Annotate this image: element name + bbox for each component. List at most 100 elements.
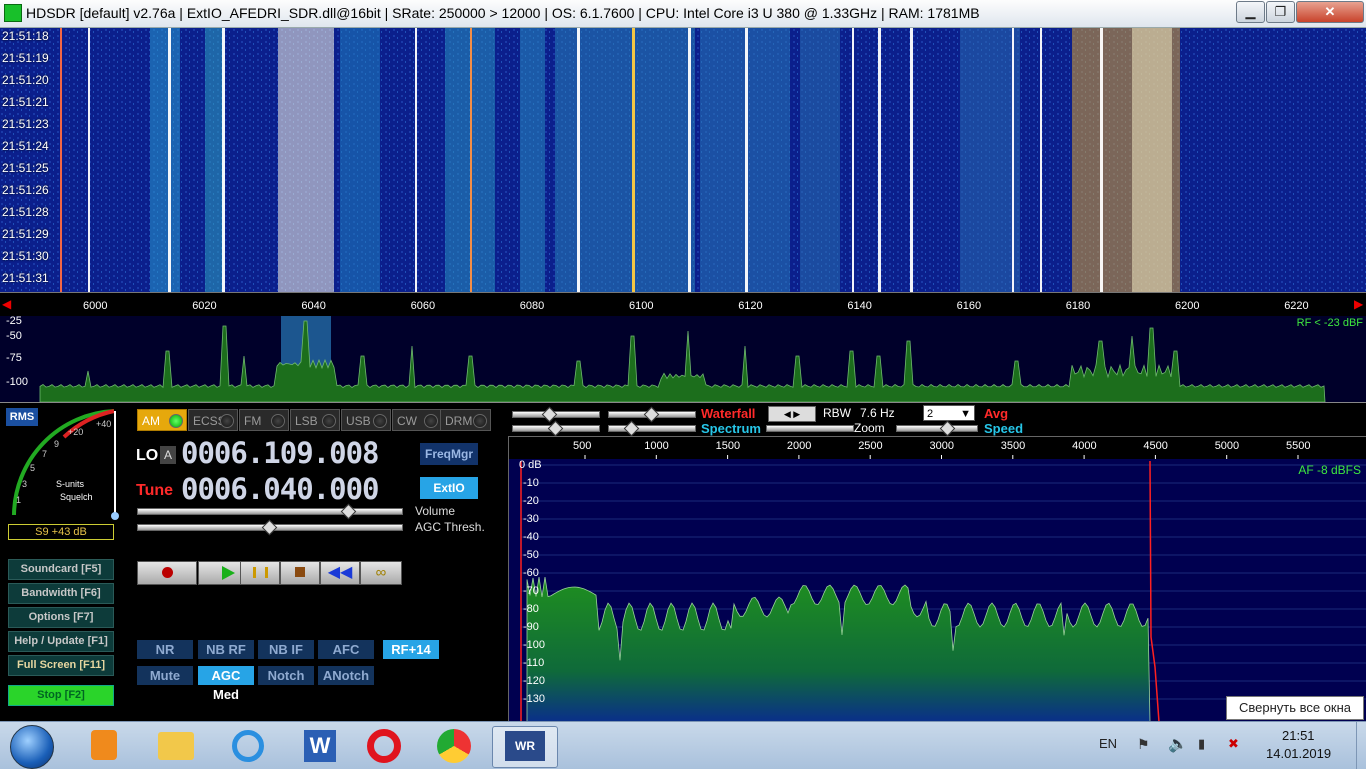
record-button[interactable] xyxy=(137,561,197,585)
af-freq-tick: 5000 xyxy=(1214,440,1240,452)
mode-usb-button[interactable]: USB xyxy=(341,409,391,431)
scroll-right-icon[interactable]: ▶ xyxy=(1354,297,1363,311)
volume-slider[interactable] xyxy=(137,508,403,515)
media-player-taskbar-button[interactable] xyxy=(76,726,132,766)
stop-button[interactable]: Stop [F2] xyxy=(8,685,114,706)
mode-label: DRM xyxy=(445,414,473,428)
mode-ecss-button[interactable]: ECSS xyxy=(188,409,238,431)
avg-label: Avg xyxy=(984,406,1009,421)
smeter-label: 1 xyxy=(16,495,21,505)
dsp-button[interactable]: ANotch xyxy=(318,666,374,685)
dsp-button[interactable]: NR xyxy=(137,640,193,659)
lo-frequency[interactable]: 0006.109.008 xyxy=(181,436,380,470)
slider-knob[interactable] xyxy=(643,406,660,423)
side-button[interactable]: Options [F7] xyxy=(8,607,114,628)
dsp-button[interactable]: Notch xyxy=(258,666,314,685)
taskbar: W WR EN ⚑ 🔈 ▮ ✖ 21:51 14.01.2019 xyxy=(0,721,1366,769)
speed-slider[interactable] xyxy=(896,425,978,432)
close-button[interactable]: ✕ xyxy=(1296,1,1364,23)
dsp-button[interactable]: Mute xyxy=(137,666,193,685)
mode-lsb-button[interactable]: LSB xyxy=(290,409,340,431)
show-desktop-tooltip: Свернуть все окна xyxy=(1226,696,1364,720)
explorer-taskbar-button[interactable] xyxy=(148,726,204,766)
start-button[interactable] xyxy=(10,725,54,769)
mode-drm-button[interactable]: DRM xyxy=(440,409,491,431)
lo-vfo-badge[interactable]: A xyxy=(160,446,176,464)
folder-icon xyxy=(158,732,194,760)
smeter-reading: S9 +43 dB xyxy=(8,524,114,540)
spectrum-contrast-slider[interactable] xyxy=(608,425,696,432)
chrome-taskbar-button[interactable] xyxy=(426,726,482,766)
rf-spectrum[interactable]: -25 -50 -75 -100 RF < -23 dBF xyxy=(0,315,1366,403)
volume-knob[interactable] xyxy=(340,503,357,520)
stop-playback-button[interactable] xyxy=(280,561,320,585)
word-icon: W xyxy=(304,730,336,762)
freqmgr-button[interactable]: FreqMgr xyxy=(420,443,478,465)
agc-threshold-knob[interactable] xyxy=(261,519,278,536)
side-button[interactable]: Bandwidth [F6] xyxy=(8,583,114,604)
rewind-icon: ◀◀ xyxy=(327,564,353,581)
lo-label: LO xyxy=(136,447,159,464)
waterfall-timestamp: 21:51:30 xyxy=(2,249,49,263)
af-freq-tick: 1500 xyxy=(715,440,741,452)
pause-icon xyxy=(252,567,268,578)
af-spectrum-graphic xyxy=(509,437,1366,722)
slider-knob[interactable] xyxy=(547,420,564,437)
mode-am-button[interactable]: AM xyxy=(137,409,187,431)
show-desktop-button[interactable] xyxy=(1356,722,1366,769)
side-button[interactable]: Soundcard [F5] xyxy=(8,559,114,580)
control-panel: RMS S-units Squelch 1 3 5 7 9 +20 +40 S9… xyxy=(0,403,506,721)
spectrum-graphic xyxy=(39,316,1326,402)
frequency-tick-label: 6080 xyxy=(519,300,545,312)
rf-waterfall[interactable]: 21:51:18 21:51:19 21:51:20 21:51:21 21:51:23… xyxy=(0,28,1366,292)
network-icon[interactable]: ▮ xyxy=(1198,736,1205,752)
hdsdr-taskbar-button[interactable]: WR xyxy=(492,726,558,768)
mode-fm-button[interactable]: FM xyxy=(239,409,289,431)
waterfall-scroll-arrows[interactable]: ◀ ▶ xyxy=(768,406,816,422)
language-indicator[interactable]: EN xyxy=(1099,736,1117,751)
zoom-slider[interactable] xyxy=(766,425,854,432)
tune-label: Tune xyxy=(136,482,174,499)
side-button[interactable]: Help / Update [F1] xyxy=(8,631,114,652)
minimize-button[interactable]: ▁ xyxy=(1236,1,1265,23)
slider-knob[interactable] xyxy=(939,420,956,437)
smeter-label: 5 xyxy=(30,463,35,473)
clock-date[interactable]: 14.01.2019 xyxy=(1266,746,1331,761)
maximize-button[interactable]: ❐ xyxy=(1266,1,1295,23)
frequency-tick-label: 6100 xyxy=(629,300,654,312)
loop-button[interactable]: ∞ xyxy=(360,561,402,585)
dsp-button[interactable]: RF+14 xyxy=(383,640,439,659)
opera-taskbar-button[interactable] xyxy=(356,726,412,766)
af-freq-tick: 4000 xyxy=(1072,440,1097,452)
rewind-button[interactable]: ◀◀ xyxy=(320,561,360,585)
scroll-left-icon[interactable]: ◀ xyxy=(2,297,11,311)
pause-button[interactable] xyxy=(240,561,280,585)
waterfall-timestamp: 21:51:21 xyxy=(2,95,49,109)
af-freq-tick: 500 xyxy=(573,440,592,452)
clock-time[interactable]: 21:51 xyxy=(1282,728,1315,743)
waterfall-timestamp: 21:51:19 xyxy=(2,51,49,65)
ie-taskbar-button[interactable] xyxy=(220,726,276,766)
spectrum-db-label: -25 xyxy=(6,315,22,327)
dsp-button[interactable]: NB IF xyxy=(258,640,314,659)
volume-icon[interactable]: 🔈 xyxy=(1168,734,1188,754)
af-freq-tick: 2500 xyxy=(858,440,883,452)
network-warning-icon[interactable]: ✖ xyxy=(1228,736,1239,752)
internet-explorer-icon xyxy=(232,730,264,762)
frequency-axis[interactable]: ◀ ▶ 6000 6020 6040 6060 6080 6100 6120 6140 6160… xyxy=(0,292,1366,317)
flag-icon[interactable]: ⚑ xyxy=(1137,736,1150,753)
dsp-button[interactable]: NB RF xyxy=(198,640,254,659)
tune-frequency[interactable]: 0006.040.000 xyxy=(181,472,380,506)
mode-led-icon xyxy=(271,414,285,428)
side-button[interactable]: Full Screen [F11] xyxy=(8,655,114,676)
extio-button[interactable]: ExtIO xyxy=(420,477,478,499)
word-taskbar-button[interactable]: W xyxy=(292,726,348,766)
dsp-button[interactable]: AGC Med xyxy=(198,666,254,702)
mode-cw-button[interactable]: CW xyxy=(392,409,442,431)
frequency-tick-label: 6020 xyxy=(192,300,217,312)
af-spectrum-display[interactable]: 500 1000 1500 2000 2500 3000 3500 4000 4500 5000 5… xyxy=(508,436,1366,723)
s-units-label: S-units xyxy=(56,479,85,489)
avg-select[interactable]: 2 ▼ xyxy=(923,405,975,421)
slider-knob[interactable] xyxy=(623,420,640,437)
dsp-button[interactable]: AFC xyxy=(318,640,374,659)
